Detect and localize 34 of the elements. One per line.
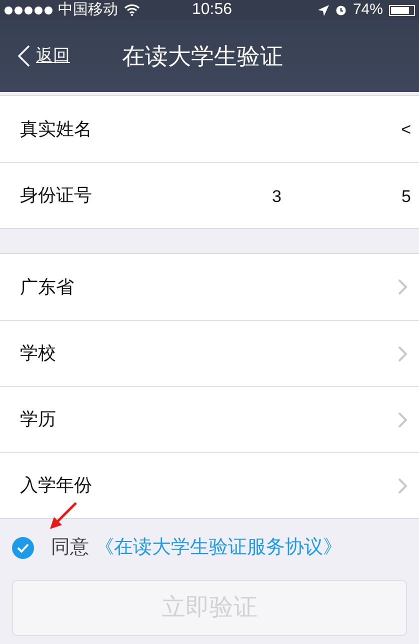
battery-icon bbox=[389, 4, 415, 16]
alarm-icon bbox=[334, 4, 347, 16]
chevron-right-icon bbox=[398, 346, 407, 362]
battery-percent: 74% bbox=[352, 0, 383, 20]
checkmark-icon bbox=[17, 543, 29, 553]
signal-icon bbox=[4, 6, 54, 14]
agree-checkbox[interactable] bbox=[12, 537, 34, 559]
location-icon bbox=[318, 4, 329, 16]
form-row[interactable]: 身份证号 3 5 bbox=[0, 162, 419, 228]
carrier-name: 中国移动 bbox=[58, 0, 118, 20]
form-row[interactable]: 学校 bbox=[0, 320, 419, 386]
chevron-right-icon bbox=[398, 412, 407, 428]
annotation-arrow bbox=[48, 501, 78, 531]
row-label: 身份证号 bbox=[20, 184, 92, 207]
row-label: 广东省 bbox=[20, 276, 74, 298]
field-value: 5 bbox=[402, 186, 411, 208]
agree-label: 同意 bbox=[51, 536, 89, 560]
back-chevron-icon bbox=[18, 45, 30, 67]
clock-time: 10:56 bbox=[192, 0, 232, 20]
row-label: 学校 bbox=[20, 342, 56, 365]
chevron-right-icon bbox=[398, 478, 407, 494]
row-label: 入学年份 bbox=[20, 474, 92, 497]
form-row[interactable]: 真实姓名 < bbox=[0, 96, 419, 162]
form-row[interactable]: 学历 bbox=[0, 386, 419, 452]
row-label: 学历 bbox=[20, 408, 56, 431]
wifi-icon bbox=[124, 4, 140, 16]
form-row[interactable]: 广东省 bbox=[0, 254, 419, 320]
page-title: 在读大学生验证 bbox=[122, 42, 283, 71]
field-value: < bbox=[401, 119, 411, 141]
back-button[interactable]: 返回 bbox=[18, 43, 70, 69]
field-value: 3 bbox=[272, 186, 282, 208]
row-label: 真实姓名 bbox=[20, 118, 92, 140]
form-row[interactable]: 入学年份 bbox=[0, 452, 419, 518]
chevron-right-icon bbox=[398, 279, 407, 295]
